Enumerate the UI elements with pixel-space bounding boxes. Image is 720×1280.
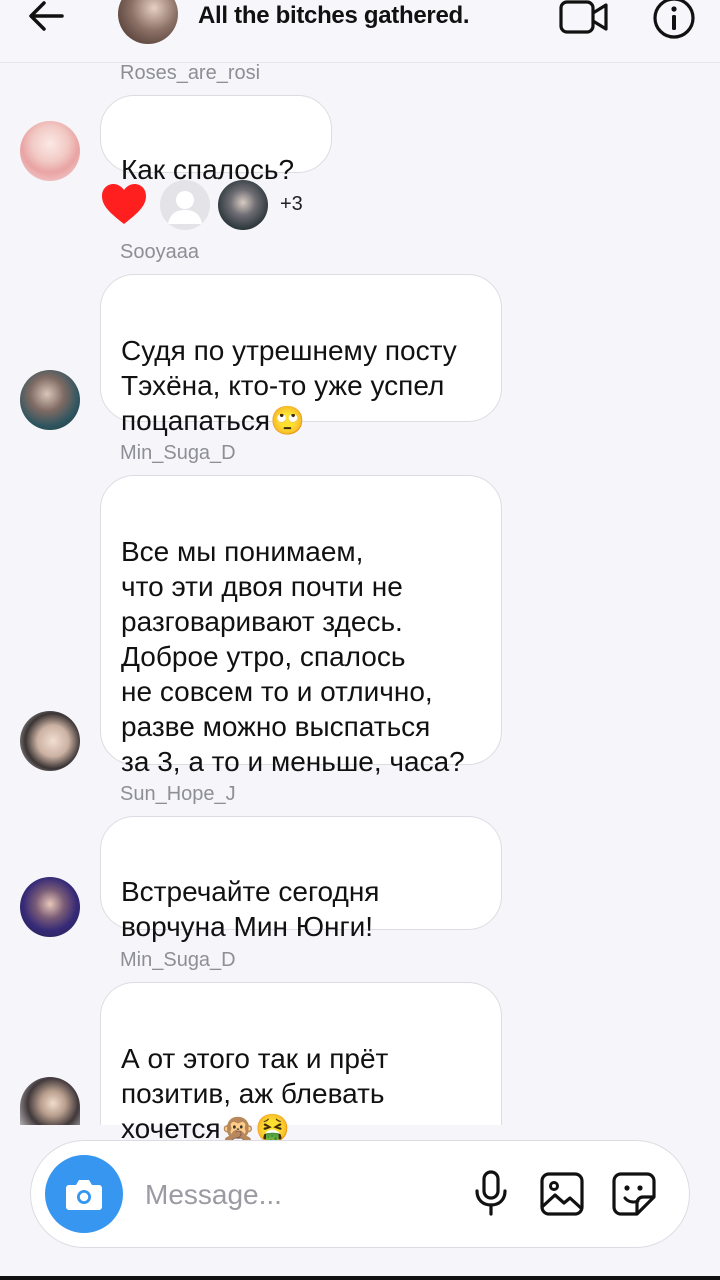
video-call-icon [559, 0, 608, 34]
message-composer [30, 1140, 690, 1248]
avatar[interactable] [20, 370, 80, 430]
group-avatar[interactable] [118, 0, 178, 44]
reaction-count: +3 [280, 193, 303, 215]
info-button[interactable] [652, 0, 696, 40]
avatar[interactable] [20, 121, 80, 181]
avatar[interactable] [20, 877, 80, 937]
info-icon [653, 0, 695, 39]
sender-name: Sun_Hope_J [120, 783, 236, 805]
default-user-icon [168, 191, 202, 224]
sender-name: Min_Suga_D [120, 442, 236, 464]
chat-header: All the bitches gathered. [0, 0, 720, 63]
gallery-icon [540, 1172, 584, 1216]
bottom-divider [0, 1276, 720, 1280]
message-text: Все мы понимаем, что эти двоя почти не р… [121, 536, 465, 777]
message-bubble[interactable]: Судя по утрешнему посту Тэхёна, кто-то у… [100, 274, 502, 437]
message-input[interactable] [143, 1171, 447, 1219]
camera-icon [66, 1180, 102, 1210]
message-reactions[interactable]: +3 [100, 180, 340, 230]
video-call-button[interactable] [558, 0, 610, 36]
message-bubble[interactable]: Встречайте сегодня ворчуна Мин Юнги! [100, 816, 502, 942]
chat-title[interactable]: All the bitches gathered. [198, 2, 470, 30]
sender-name: Roses_are_rosi [120, 62, 261, 84]
reactor-avatar [160, 180, 210, 230]
back-arrow-icon [29, 1, 64, 31]
message-bubble[interactable]: Как спалось? [100, 95, 332, 185]
message-bubble[interactable]: А от этого так и прёт позитив, аж блеват… [100, 982, 502, 1145]
voice-message-button[interactable] [471, 1169, 511, 1217]
avatar[interactable] [20, 1077, 80, 1125]
sticker-button[interactable] [611, 1171, 657, 1217]
back-button[interactable] [26, 0, 66, 34]
message-text: Встречайте сегодня ворчуна Мин Юнги! [121, 876, 380, 942]
avatar[interactable] [20, 711, 80, 771]
gallery-button[interactable] [539, 1171, 585, 1217]
message-emoji: 🙄 [270, 404, 305, 437]
reactor-avatar [218, 180, 268, 230]
message-bubble[interactable]: Все мы понимаем, что эти двоя почти не р… [100, 475, 502, 777]
sender-name: Sooyaaa [120, 241, 199, 263]
heart-icon [102, 184, 146, 224]
microphone-icon [475, 1170, 507, 1216]
camera-button[interactable] [45, 1155, 123, 1233]
sender-name: Min_Suga_D [120, 949, 236, 971]
sticker-icon [612, 1172, 656, 1216]
